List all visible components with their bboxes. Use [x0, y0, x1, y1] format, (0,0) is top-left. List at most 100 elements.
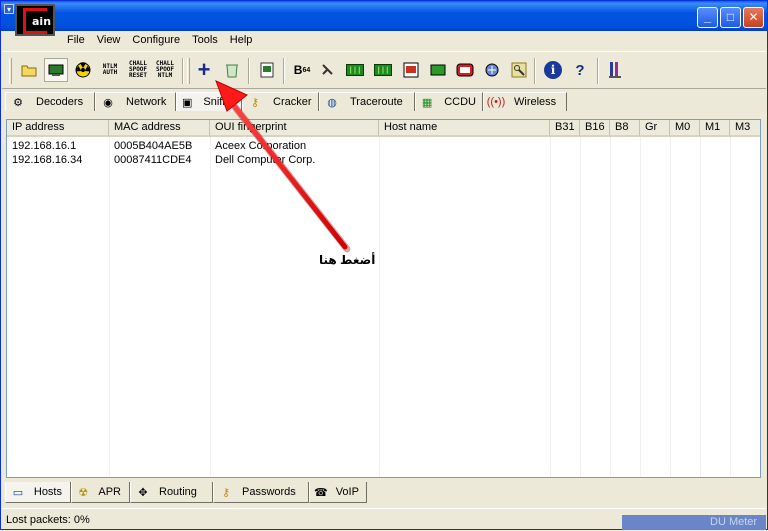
network-icon: ◉ — [103, 96, 113, 109]
antenna-icon: ((•)) — [486, 96, 506, 108]
add-to-list-button[interactable]: + — [192, 57, 216, 82]
ntlm-auth-button[interactable]: NTLM AUTH — [98, 58, 122, 82]
oracle-button[interactable] — [399, 58, 423, 82]
recycle-bin-icon — [223, 62, 241, 78]
tab-wireless[interactable]: ((•)) Wireless — [483, 92, 567, 111]
minimize-button[interactable]: _ — [697, 7, 718, 28]
radiation-icon: ☢ — [78, 486, 89, 499]
folder-icon — [20, 62, 38, 78]
open-folder-button[interactable] — [17, 58, 41, 82]
chall-spoof-ntlm-button[interactable]: CHALL SPOOF NTLM — [153, 58, 177, 82]
traceroute-button[interactable] — [480, 58, 504, 82]
tab-hosts[interactable]: ▭ Hosts — [5, 482, 71, 503]
key-icon: ⚷ — [250, 96, 260, 109]
exit-door-icon — [606, 62, 624, 78]
green-lcd-icon-2: ||| — [374, 64, 392, 76]
tab-traceroute[interactable]: ◍ Traceroute — [319, 92, 415, 111]
tab-voip[interactable]: ☎ VoIP — [309, 482, 367, 503]
exit-button[interactable] — [603, 58, 627, 82]
du-meter-widget[interactable]: DU Meter — [622, 515, 766, 530]
list-header: IP address MAC address OUI fingerprint H… — [7, 120, 760, 137]
close-button[interactable]: ✕ — [743, 7, 764, 28]
oracle-icon — [402, 62, 420, 78]
green-lcd-icon: ||| — [346, 64, 364, 76]
keys-icon: ⚷ — [221, 486, 231, 499]
column-ip-address[interactable]: IP address — [7, 120, 109, 137]
menu-view[interactable]: View — [91, 31, 127, 49]
ccdu-button[interactable] — [453, 58, 477, 82]
calculator-icon — [319, 62, 337, 78]
globe-icon: ◍ — [327, 96, 337, 109]
sniffer-icon — [47, 62, 65, 78]
ccdu-icon — [456, 62, 474, 78]
hash-calculator-button[interactable] — [316, 58, 340, 82]
top-tab-strip: ⚙ Decoders ◉ Network ▣ Sniffer ⚷ Cracker ◍ Tr… — [5, 92, 567, 111]
menu-tools[interactable]: Tools — [186, 31, 224, 49]
title-bar[interactable]: ▾ _ □ ✕ — [1, 1, 767, 31]
table-row[interactable]: 192.168.16.1 0005B404AE5B Aceex Corporat… — [7, 139, 760, 153]
column-b31[interactable]: B31 — [550, 120, 580, 137]
menu-file[interactable]: File — [61, 31, 91, 49]
cell-oui: Dell Computer Corp. — [215, 154, 316, 166]
cell-mac: 00087411CDE4 — [114, 154, 192, 166]
computer-icon: ▭ — [12, 486, 24, 499]
maximize-button[interactable]: □ — [720, 7, 741, 28]
mpd-green-button[interactable]: ||| — [371, 58, 395, 82]
column-m3[interactable]: M3 — [730, 120, 760, 137]
cell-oui: Aceex Corporation — [215, 140, 307, 152]
app-window: ▾ _ □ ✕ ain File View Configure Tools He… — [0, 0, 768, 530]
system-menu-icon[interactable]: ▾ — [4, 4, 14, 14]
column-gr[interactable]: Gr — [640, 120, 670, 137]
certificate-button[interactable] — [255, 58, 279, 82]
network-monitor-button[interactable] — [426, 58, 450, 82]
tab-ccdu[interactable]: ▦ CCDU — [415, 92, 483, 111]
column-b8[interactable]: B8 — [610, 120, 640, 137]
menu-bar: File View Configure Tools Help — [61, 31, 258, 49]
hosts-list[interactable]: IP address MAC address OUI fingerprint H… — [6, 119, 761, 478]
column-b16[interactable]: B16 — [580, 120, 610, 137]
sniffer-icon: ▣ — [182, 96, 193, 109]
start-apr-button[interactable] — [71, 58, 95, 82]
column-host-name[interactable]: Host name — [379, 120, 550, 137]
column-m0[interactable]: M0 — [670, 120, 700, 137]
table-row[interactable]: 192.168.16.34 00087411CDE4 Dell Computer… — [7, 153, 760, 167]
tab-routing[interactable]: ✥ Routing — [130, 482, 213, 503]
remove-from-list-button[interactable] — [220, 58, 244, 82]
tab-cracker[interactable]: ⚷ Cracker — [242, 92, 319, 111]
menu-configure[interactable]: Configure — [126, 31, 186, 49]
annotation-label: أضغط هنا — [319, 253, 376, 267]
radiation-icon — [74, 62, 92, 78]
tab-network[interactable]: ◉ Network — [95, 92, 176, 111]
plus-icon: + — [197, 57, 211, 82]
about-button[interactable]: i — [541, 58, 565, 82]
cell-ip: 192.168.16.1 — [12, 140, 77, 152]
cell-ip: 192.168.16.34 — [12, 154, 83, 166]
column-mac-address[interactable]: MAC address — [109, 120, 210, 137]
cain-logo: ain — [15, 4, 55, 36]
ntlm-green-button[interactable]: ||| — [343, 58, 367, 82]
move-arrows-icon: ✥ — [138, 486, 148, 499]
certificate-icon — [258, 62, 276, 78]
base64-icon: B 64 — [293, 63, 311, 77]
column-m1[interactable]: M1 — [700, 120, 730, 137]
base64-button[interactable]: B 64 — [290, 58, 314, 82]
monitor-icon — [429, 62, 447, 78]
lost-packets-status: Lost packets: 0% — [6, 514, 90, 526]
chall-spoof-reset-button[interactable]: CHALL SPOOF RESET — [126, 58, 150, 82]
tab-passwords[interactable]: ⚷ Passwords — [213, 482, 309, 503]
wireless-scanner-button[interactable] — [507, 58, 531, 82]
tab-apr[interactable]: ☢ APR — [71, 482, 130, 503]
decoder-icon: ⚙ — [13, 96, 23, 109]
tab-decoders[interactable]: ⚙ Decoders — [5, 92, 95, 111]
column-oui-fingerprint[interactable]: OUI fingerprint — [210, 120, 379, 137]
tab-sniffer[interactable]: ▣ Sniffer — [176, 92, 242, 111]
phone-icon: ☎ — [314, 486, 328, 499]
help-button[interactable]: ? — [568, 58, 592, 82]
toolbar: NTLM AUTH CHALL SPOOF RESET CHALL SPOOF … — [2, 51, 766, 89]
status-bar: Lost packets: 0% DU Meter — [2, 508, 766, 530]
start-sniffer-button[interactable] — [44, 58, 68, 82]
question-icon: ? — [575, 61, 585, 79]
bottom-tab-strip: ▭ Hosts ☢ APR ✥ Routing ⚷ Passwords ☎ VoIP — [5, 482, 367, 503]
info-icon: i — [544, 61, 562, 79]
menu-help[interactable]: Help — [224, 31, 259, 49]
